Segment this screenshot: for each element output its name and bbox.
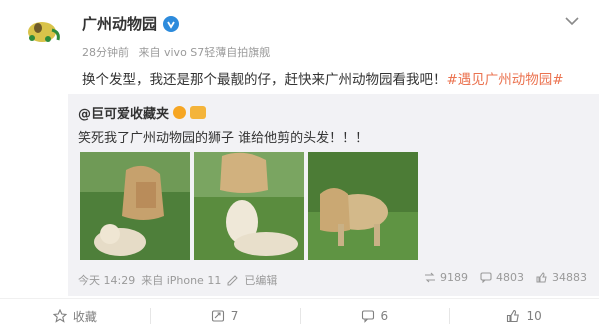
- like-icon: [507, 309, 520, 323]
- post-time[interactable]: 28分钟前: [82, 46, 129, 59]
- edited-label[interactable]: 已编辑: [244, 272, 277, 288]
- like-count-value: 34883: [552, 271, 587, 284]
- repost-text: 笑死我了广州动物园的狮子 谁给他剪的头发！！！: [78, 131, 369, 146]
- like-action-count: 10: [526, 309, 542, 323]
- member-badge-icon: [190, 106, 207, 119]
- repost-image-2[interactable]: [194, 152, 304, 260]
- edit-icon: [227, 274, 239, 285]
- comment-count[interactable]: 4803: [480, 271, 524, 284]
- repost-action-count: 7: [230, 309, 239, 323]
- hashtag-link[interactable]: #遇见广州动物园#: [447, 72, 564, 88]
- repost-source: 来自 iPhone 11: [141, 274, 222, 287]
- repost-time[interactable]: 今天 14:29: [78, 272, 135, 288]
- repost-author: @巨可爱收藏夹: [78, 103, 207, 122]
- post-author: 广州动物园: [82, 13, 180, 34]
- repost-button[interactable]: 7: [149, 300, 300, 332]
- repost-image-1[interactable]: [80, 152, 190, 260]
- comment-icon: [361, 310, 374, 323]
- divider: [0, 298, 599, 299]
- repost-meta: 今天 14:29 来自 iPhone 11 已编辑: [78, 272, 277, 288]
- comment-button[interactable]: 6: [299, 300, 450, 332]
- chevron-down-icon[interactable]: [565, 16, 579, 26]
- comment-count-value: 4803: [496, 271, 524, 284]
- repost-count-value: 9189: [440, 271, 468, 284]
- repost-icon: [211, 310, 224, 322]
- post-meta: 28分钟前 来自 vivo S7轻薄自拍旗舰: [82, 44, 270, 60]
- verified-icon: [163, 15, 180, 32]
- post-source: 来自 vivo S7轻薄自拍旗舰: [138, 46, 271, 59]
- repost-image-3[interactable]: [308, 152, 418, 260]
- verified-icon: [173, 106, 187, 119]
- post-text: 换个发型，我还是那个最靓的仔，赶快来广州动物园看我吧！#遇见广州动物园#: [82, 68, 564, 88]
- like-button[interactable]: 10: [449, 300, 599, 332]
- repost-stats: 9189 4803 34883: [424, 271, 587, 284]
- avatar[interactable]: [18, 12, 70, 64]
- repost-card: @巨可爱收藏夹 笑死我了广州动物园的狮子 谁给他剪的头发！！！ 今天 14:29…: [68, 94, 599, 296]
- like-icon: [536, 272, 547, 283]
- repost-author-name[interactable]: @巨可爱收藏夹: [78, 103, 169, 122]
- action-bar: 收藏 7 6 10: [0, 300, 599, 332]
- favorite-button[interactable]: 收藏: [0, 300, 150, 332]
- favorite-label: 收藏: [72, 309, 97, 324]
- comment-icon: [480, 272, 492, 283]
- comment-action-count: 6: [380, 309, 389, 323]
- repost-count[interactable]: 9189: [424, 271, 468, 284]
- favorite-icon: [52, 309, 67, 323]
- like-count[interactable]: 34883: [536, 271, 587, 284]
- repost-icon: [425, 272, 435, 283]
- author-name[interactable]: 广州动物园: [82, 13, 157, 34]
- post-body: 换个发型，我还是那个最靓的仔，赶快来广州动物园看我吧！: [82, 72, 447, 88]
